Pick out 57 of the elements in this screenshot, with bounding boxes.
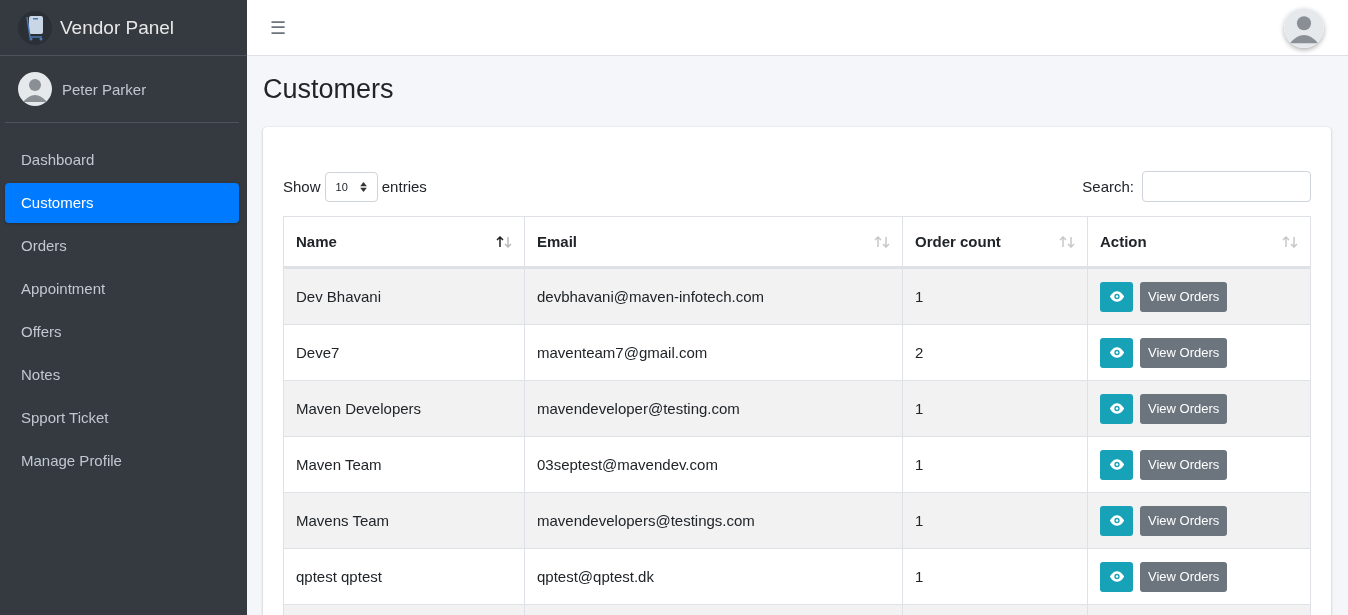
page-title: Customers [263, 74, 395, 105]
logo-icon [18, 10, 52, 45]
eye-icon [1108, 459, 1125, 470]
sidebar-item[interactable]: Customers [5, 183, 239, 223]
eye-icon [1108, 291, 1125, 302]
table-cell: qptest qptest [283, 548, 525, 605]
table-cell: 1 [902, 380, 1088, 437]
view-button[interactable] [1100, 449, 1133, 480]
entries-label: entries [381, 178, 427, 195]
table-cell: devbhavani@maven-infotech.com [524, 267, 903, 325]
avatar-icon[interactable] [1284, 7, 1324, 48]
brand-title: Vendor Panel [60, 16, 175, 39]
sidebar-item[interactable]: Offers [5, 312, 239, 352]
table-cell: 2 [902, 324, 1088, 381]
view-button[interactable] [1100, 281, 1133, 312]
view-orders-button[interactable]: View Orders [1140, 393, 1228, 424]
sort-caret-icon [359, 181, 367, 192]
table-cell: 1 [902, 436, 1088, 493]
view-button[interactable] [1100, 505, 1133, 536]
table-cell: qptest@qptest.dk [524, 548, 903, 605]
search-label: Search: [1082, 178, 1134, 195]
eye-icon [1108, 347, 1125, 358]
view-orders-button[interactable]: View Orders [1140, 281, 1228, 312]
table-cell: mavendevelopers@testings.com [524, 492, 903, 549]
page-size-select[interactable]: 10 [324, 171, 378, 202]
search-field[interactable] [1142, 171, 1311, 202]
view-orders-button[interactable]: View Orders [1140, 337, 1228, 368]
table-cell: 03septest@mavendev.com [524, 436, 903, 493]
sidebar-item[interactable]: Orders [5, 226, 239, 266]
table-cell: mavendeveloper@testing.com [524, 380, 903, 437]
view-button[interactable] [1100, 337, 1133, 368]
menu-icon[interactable]: ☰ [270, 16, 286, 39]
table-cell: Deve7 [283, 324, 525, 381]
table-cell: Mavens Team [283, 492, 525, 549]
view-orders-button[interactable]: View Orders [1140, 505, 1228, 536]
table-cell: Maven Team [283, 436, 525, 493]
eye-icon [1108, 403, 1125, 414]
view-button[interactable] [1100, 393, 1133, 424]
table-cell: 1 [902, 548, 1088, 605]
eye-icon [1108, 515, 1125, 526]
table-cell: Dev Bhavani [283, 267, 525, 325]
sidebar-item[interactable]: Manage Profile [5, 441, 239, 481]
table-cell: maventeam7@gmail.com [524, 324, 903, 381]
view-orders-button[interactable]: View Orders [1140, 449, 1228, 480]
sidebar-item[interactable]: Spport Ticket [5, 398, 239, 438]
sidebar-item[interactable]: Notes [5, 355, 239, 395]
table-cell: Maven Developers [283, 380, 525, 437]
table-cell: 1 [902, 267, 1088, 325]
view-button[interactable] [1100, 561, 1133, 592]
eye-icon [1108, 571, 1125, 582]
show-label: Show [283, 178, 321, 195]
sidebar-item[interactable]: Dashboard [5, 140, 239, 180]
view-orders-button[interactable]: View Orders [1140, 561, 1228, 592]
table-cell: 1 [902, 492, 1088, 549]
user-name: Peter Parker [62, 80, 147, 98]
sidebar-item[interactable]: Appointment [5, 269, 239, 309]
avatar-icon [18, 72, 52, 106]
